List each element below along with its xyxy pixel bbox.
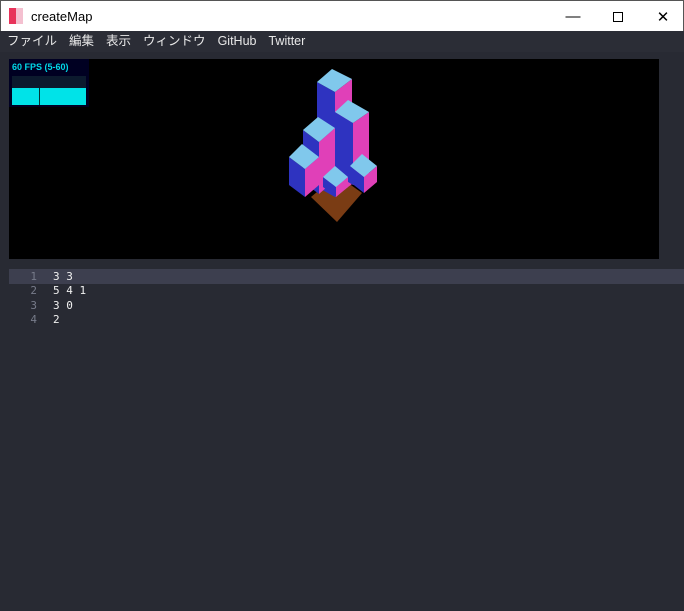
voxel-map: [289, 69, 377, 222]
editor-line[interactable]: 42: [9, 313, 684, 328]
3d-viewport[interactable]: 60 FPS (5-60): [9, 59, 659, 259]
line-number: 2: [30, 284, 37, 298]
line-text: 5 4 1: [53, 284, 87, 298]
line-text: 3 3: [53, 269, 73, 283]
menu-twitter[interactable]: Twitter: [268, 31, 305, 52]
editor-line[interactable]: 3 3 0: [9, 298, 684, 313]
line-text: 3 0: [53, 298, 73, 312]
fps-graph: [12, 76, 86, 105]
menu-edit[interactable]: 編集: [69, 31, 94, 52]
menu-view[interactable]: 表示: [106, 31, 131, 52]
menu-github[interactable]: GitHub: [218, 31, 257, 52]
minimize-icon: —: [565, 8, 581, 25]
code-editor[interactable]: 13 325 4 133 042: [9, 269, 684, 327]
menu-window[interactable]: ウィンドウ: [143, 31, 206, 52]
window-title: createMap: [31, 9, 93, 24]
maximize-button[interactable]: [595, 1, 641, 32]
fps-stats-panel[interactable]: 60 FPS (5-60): [9, 59, 89, 107]
line-text: 2: [53, 313, 60, 327]
menu-file[interactable]: ファイル: [7, 31, 57, 52]
app-icon: [9, 8, 23, 24]
minimize-button[interactable]: —: [550, 1, 596, 32]
fps-bar: [12, 88, 86, 105]
title-bar: createMap — ✕: [0, 0, 684, 31]
editor-line[interactable]: 2 5 4 1: [9, 284, 684, 299]
line-number: 4: [30, 313, 37, 327]
menu-bar: ファイル 編集 表示 ウィンドウ GitHub Twitter: [0, 31, 684, 52]
line-number: 3: [30, 298, 37, 312]
close-icon: ✕: [656, 8, 670, 26]
fps-tick: [39, 88, 40, 105]
line-number: 1: [30, 269, 37, 283]
close-button[interactable]: ✕: [640, 1, 684, 32]
editor-line[interactable]: 1 3 3: [9, 269, 684, 284]
fps-label: 60 FPS (5-60): [12, 62, 69, 72]
maximize-icon: [613, 11, 623, 22]
